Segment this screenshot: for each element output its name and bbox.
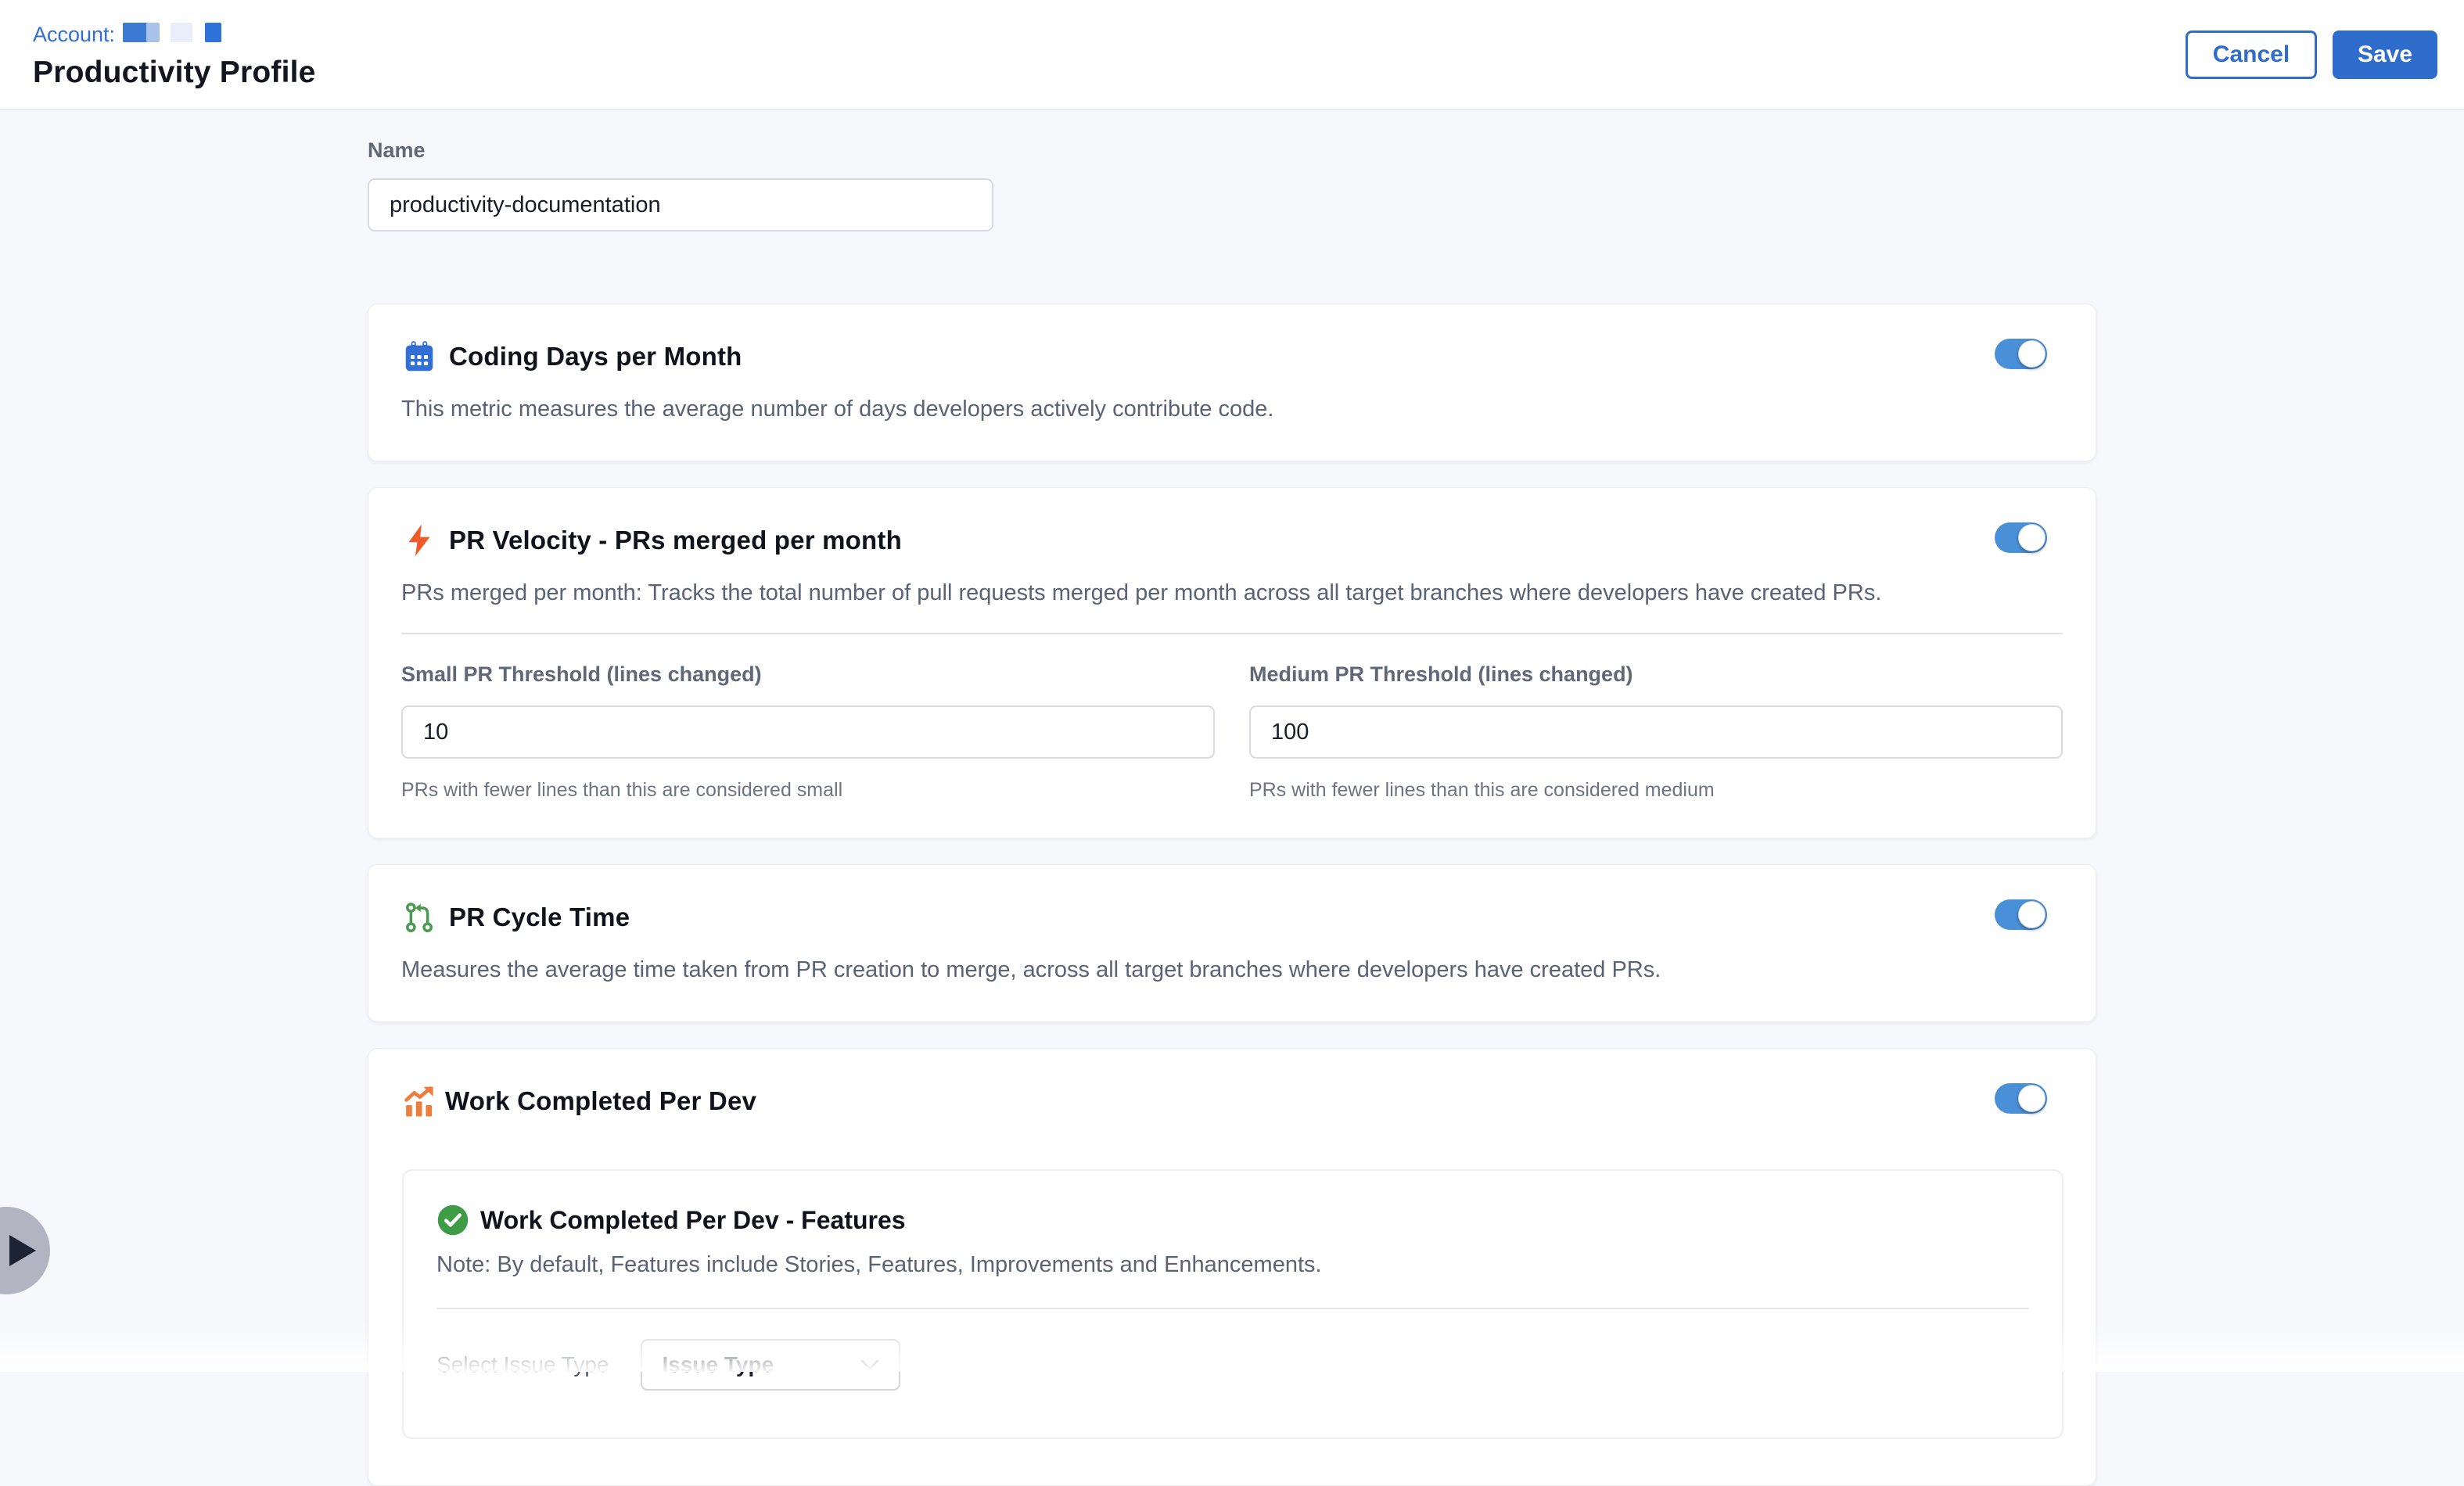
threshold-fields: Small PR Threshold (lines changed) PRs w… [401, 662, 2063, 802]
subsection-title-row: Work Completed Per Dev - Features [436, 1204, 2029, 1237]
header-left: Account: Productivity Profile [33, 20, 316, 90]
card-pr-velocity: PR Velocity - PRs merged per month PRs m… [368, 487, 2096, 839]
cancel-button[interactable]: Cancel [2186, 31, 2317, 79]
account-name-redacted [123, 23, 221, 48]
card-work-completed-per-dev: Work Completed Per Dev Work Completed Pe… [368, 1048, 2096, 1486]
card-description: PRs merged per month: Tracks the total n… [401, 579, 2063, 608]
toggle-pr-cycle-time[interactable] [1995, 899, 2047, 930]
toggle-pr-velocity[interactable] [1995, 522, 2047, 553]
save-button[interactable]: Save [2333, 31, 2437, 79]
subsection-title: Work Completed Per Dev - Features [480, 1206, 906, 1235]
issue-type-label: Select Issue Type [436, 1352, 609, 1377]
card-title-row: PR Velocity - PRs merged per month [401, 522, 2063, 558]
card-title-row: PR Cycle Time [401, 899, 2063, 935]
chevron-down-icon [860, 1359, 880, 1371]
card-title-row: Work Completed Per Dev [401, 1083, 2063, 1119]
name-label: Name [368, 138, 2464, 163]
medium-pr-threshold-helper: PRs with fewer lines than this are consi… [1249, 779, 2063, 802]
card-title: PR Cycle Time [449, 903, 630, 932]
check-circle-icon [436, 1204, 469, 1237]
issue-type-select[interactable]: Issue Type [641, 1339, 900, 1391]
calendar-icon [401, 339, 437, 375]
card-title: Coding Days per Month [449, 342, 742, 372]
redacted-chip [146, 23, 160, 42]
page-header: Account: Productivity Profile Cancel Sav… [0, 0, 2464, 110]
subsection-divider [436, 1308, 2029, 1309]
medium-pr-threshold-label: Medium PR Threshold (lines changed) [1249, 662, 2063, 687]
page-title: Productivity Profile [33, 56, 316, 90]
lightning-icon [401, 522, 437, 558]
subsection-work-completed-features: Work Completed Per Dev - Features Note: … [402, 1169, 2064, 1439]
bar-chart-icon [401, 1083, 437, 1119]
toggle-work-completed-per-dev[interactable] [1995, 1083, 2047, 1114]
issue-type-select-value: Issue Type [663, 1352, 774, 1377]
card-title-row: Coding Days per Month [401, 339, 2063, 375]
medium-pr-threshold-field: Medium PR Threshold (lines changed) PRs … [1249, 662, 2063, 802]
redacted-chip [171, 23, 192, 42]
header-actions: Cancel Save [2186, 31, 2437, 79]
profile-name-group: Name [368, 138, 2464, 232]
subsection-note: Note: By default, Features include Stori… [436, 1252, 2029, 1278]
account-breadcrumb-link[interactable]: Account: [33, 23, 115, 47]
redacted-chip [205, 23, 221, 42]
small-pr-threshold-helper: PRs with fewer lines than this are consi… [401, 779, 1215, 802]
card-title: Work Completed Per Dev [445, 1086, 756, 1116]
main-content: Name [0, 110, 2464, 1372]
profile-name-input[interactable] [368, 178, 993, 232]
card-divider [401, 633, 2063, 634]
card-description: This metric measures the average number … [401, 395, 2063, 425]
issue-type-row: Select Issue Type Issue Type [436, 1339, 2029, 1391]
breadcrumb: Account: [33, 23, 316, 48]
card-description: Measures the average time taken from PR … [401, 956, 2063, 985]
small-pr-threshold-field: Small PR Threshold (lines changed) PRs w… [401, 662, 1215, 802]
git-compare-icon [401, 899, 437, 935]
metric-cards: Coding Days per Month This metric measur… [368, 303, 2096, 1486]
card-coding-days-per-month: Coding Days per Month This metric measur… [368, 303, 2096, 461]
play-arrow-icon [9, 1235, 36, 1266]
small-pr-threshold-input[interactable] [401, 705, 1215, 759]
toggle-coding-days-per-month[interactable] [1995, 339, 2047, 369]
card-title: PR Velocity - PRs merged per month [449, 526, 902, 555]
medium-pr-threshold-input[interactable] [1249, 705, 2063, 759]
small-pr-threshold-label: Small PR Threshold (lines changed) [401, 662, 1215, 687]
card-pr-cycle-time: PR Cycle Time Measures the average time … [368, 864, 2096, 1022]
